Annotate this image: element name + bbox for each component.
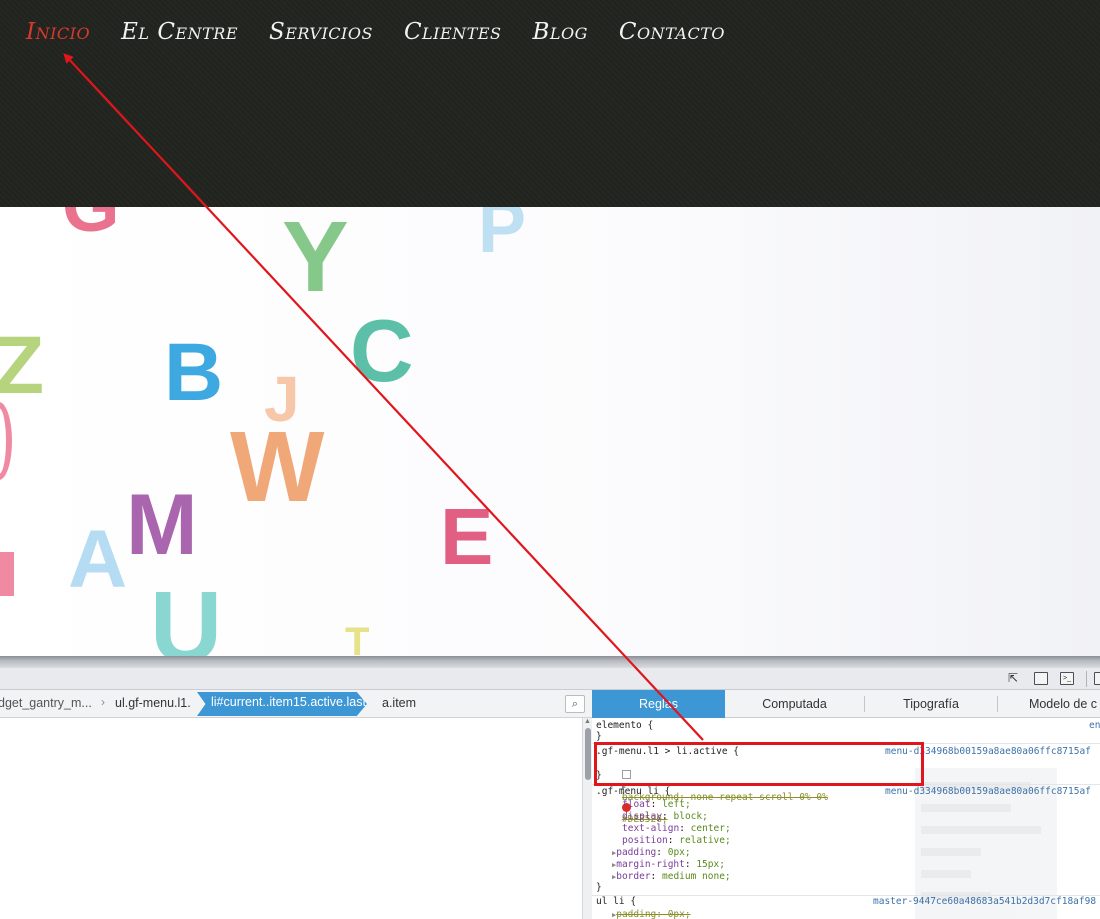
rule-selector[interactable]: elemento {	[596, 720, 653, 731]
hero-letter: Y	[282, 207, 349, 313]
rule-divider	[592, 784, 1100, 785]
main-menu: Inicio El Centre Servicios Clientes Blog…	[26, 17, 725, 47]
scrollbar[interactable]: ▲	[582, 718, 592, 919]
hero-decor-shape	[0, 402, 12, 480]
property-row[interactable]: ▶padding: 0px;	[612, 909, 691, 919]
nav-item-contacto[interactable]: Contacto	[619, 17, 725, 47]
split-console-icon[interactable]: >_	[1060, 672, 1074, 685]
hero-letter: B	[164, 327, 224, 418]
tab-tipografia[interactable]: Tipografía	[865, 690, 997, 718]
hero-letter: C	[350, 301, 414, 400]
pick-element-icon[interactable]: ⇱	[1006, 672, 1020, 685]
tab-modelo-de-caja[interactable]: Modelo de c	[998, 690, 1100, 718]
devtools-toolbar: ⇱ >_	[0, 668, 1100, 690]
rule-close: }	[596, 882, 602, 893]
property-row[interactable]: ▶margin-right: 15px;	[612, 859, 725, 870]
property-row[interactable]: ▶border: medium none;	[612, 871, 731, 882]
hero-banner: G Y P Z B C J W M E A U T	[0, 207, 1100, 657]
nav-item-clientes[interactable]: Clientes	[404, 17, 502, 47]
sidebar-tabs: Reglas Computada Tipografía Modelo de c	[592, 690, 1100, 718]
chevron-right-icon: ›	[101, 695, 105, 709]
rule-source-link[interactable]: en	[1089, 720, 1100, 731]
hero-letter: A	[68, 514, 128, 605]
hero-decor-shape	[0, 552, 14, 596]
hero-letter: E	[440, 492, 494, 581]
property-checkbox[interactable]	[621, 770, 631, 779]
rule-close: }	[596, 731, 602, 742]
rule-source-link[interactable]: menu-d334968b00159a8ae80a06ffc8715af	[885, 746, 1091, 757]
tab-reglas[interactable]: Reglas	[592, 690, 725, 718]
property-row[interactable]: text-align: center;	[622, 823, 731, 834]
nav-item-servicios[interactable]: Servicios	[269, 17, 373, 47]
more-options-icon[interactable]	[1094, 672, 1100, 685]
breadcrumb-item[interactable]: a.item	[382, 696, 416, 710]
tab-computada[interactable]: Computada	[725, 690, 864, 718]
rule-divider	[592, 743, 1100, 744]
hero-letter: W	[230, 411, 325, 523]
breadcrumb-item-active[interactable]: li#current..item15.active.last	[197, 692, 367, 716]
hero-letter: P	[478, 207, 527, 268]
rule-source-link[interactable]: menu-d334968b00159a8ae80a06ffc8715af	[885, 786, 1091, 797]
rule-close: }	[596, 770, 602, 781]
markup-pane[interactable]	[0, 718, 582, 919]
property-row[interactable]: float: left;	[622, 799, 691, 810]
devtools-resize-border[interactable]	[0, 656, 1100, 668]
property-row[interactable]: position: relative;	[622, 835, 731, 846]
hero-letter: M	[126, 477, 198, 573]
search-icon[interactable]: ⌕	[565, 695, 585, 713]
nav-item-inicio[interactable]: Inicio	[26, 17, 90, 47]
nav-item-blog[interactable]: Blog	[532, 17, 587, 47]
breadcrumb-item[interactable]: dget_gantry_m...	[0, 696, 92, 710]
hero-letter: U	[150, 571, 223, 657]
hero-letter: T	[345, 620, 370, 657]
scrollbar-thumb[interactable]	[585, 728, 591, 780]
top-navbar: Inicio El Centre Servicios Clientes Blog…	[0, 0, 1100, 207]
breadcrumb: dget_gantry_m... › ul.gf-menu.l1. li#cur…	[0, 690, 592, 718]
css-rules-pane: elemento { en } .gf-menu.l1 > li.active …	[592, 718, 1100, 919]
nav-item-el-centre[interactable]: El Centre	[121, 17, 238, 47]
property-row[interactable]: ▶padding: 0px;	[612, 847, 691, 858]
rule-selector[interactable]: .gf-menu.l1 > li.active {	[596, 746, 739, 757]
hero-letter: Z	[0, 320, 45, 411]
dock-bottom-icon[interactable]	[1034, 672, 1048, 685]
rule-source-link[interactable]: master-9447ce60a48683a541b2d3d7cf18af98	[873, 896, 1096, 907]
rule-selector[interactable]: .gf-menu li {	[596, 786, 670, 797]
toolbar-divider	[1086, 671, 1087, 687]
scroll-up-icon[interactable]: ▲	[584, 718, 591, 725]
hero-letter: G	[62, 207, 120, 243]
breadcrumb-item[interactable]: ul.gf-menu.l1.	[115, 696, 191, 710]
rule-selector[interactable]: ul li {	[596, 896, 636, 907]
property-row[interactable]: display: block;	[622, 811, 708, 822]
